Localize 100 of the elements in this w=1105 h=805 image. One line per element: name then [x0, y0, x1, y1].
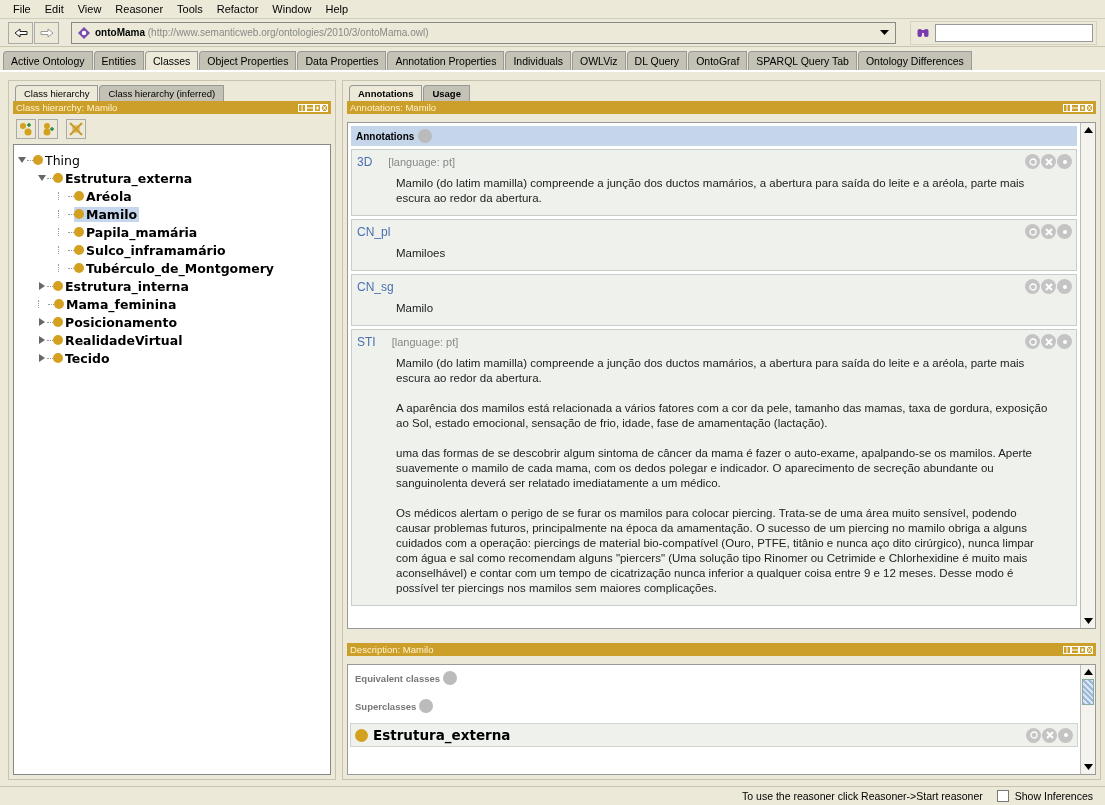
tab[interactable]: Annotations	[349, 85, 423, 101]
annotate-icon[interactable]	[1026, 727, 1041, 743]
ontology-icon	[78, 26, 90, 39]
annotation-text: Mamilo (do latim mamilla) compreende a junção dos ductos mamários, a abertura para saída do leite e a aréola, parte mais escura ao redor da abertura.	[396, 356, 1026, 386]
class-node[interactable]: Mamilo	[74, 206, 140, 222]
class-node[interactable]: Mama_feminina	[54, 296, 179, 312]
view-controls-icon[interactable]	[1063, 103, 1093, 112]
status-message: To use the reasoner click Reasoner->Start reasoner	[742, 790, 983, 802]
tree-toggle-icon[interactable]	[18, 156, 26, 164]
delete-class-button[interactable]	[66, 119, 86, 139]
close-icon[interactable]	[1041, 154, 1056, 169]
tree-toggle-icon[interactable]	[38, 282, 46, 290]
property-name: 3D	[357, 154, 373, 169]
menu-item[interactable]: Reasoner	[115, 3, 164, 15]
edit-icon[interactable]	[1057, 224, 1072, 239]
annotation-text: Mamilo	[396, 301, 435, 316]
tab[interactable]: Entities	[93, 51, 144, 70]
annotate-icon[interactable]	[1025, 224, 1040, 239]
tab[interactable]: SPARQL Query Tab	[748, 51, 857, 70]
class-node[interactable]: Papila_mamária	[74, 224, 200, 240]
annotate-icon[interactable]	[1025, 154, 1040, 169]
tab[interactable]: Class hierarchy	[15, 85, 99, 101]
tree-toggle-icon[interactable]	[38, 318, 46, 326]
add-subclass-button[interactable]	[16, 119, 36, 139]
ontology-selector[interactable]: ontoMama (http://www.semanticweb.org/ontologies/2010/3/ontoMama.owl)	[71, 21, 896, 44]
tab[interactable]: Annotation Properties	[387, 51, 505, 70]
annotate-icon[interactable]	[1025, 279, 1040, 294]
scroll-up-icon[interactable]	[1083, 669, 1093, 675]
menu-item[interactable]: Tools	[177, 3, 203, 15]
tab[interactable]: Individuals	[505, 51, 572, 70]
edit-icon[interactable]	[1058, 727, 1073, 743]
back-arrow-icon	[13, 27, 28, 38]
annotation-text: A aparência dos mamilos está relacionada a vários fatores com a cor da pele, tamanho das mamas, taxa de gordura, exposição ao Sol, estado emocional, sensação de frio, idade, fase de amamentação (lactação).	[396, 401, 1049, 431]
tab[interactable]: OntoGraf	[688, 51, 748, 70]
view-controls-icon[interactable]	[298, 103, 328, 112]
tab[interactable]: Object Properties	[199, 51, 297, 70]
tab[interactable]: DL Query	[626, 51, 688, 70]
menu-item[interactable]: Edit	[44, 3, 64, 15]
annotation-text: Os médicos alertam o perigo de se furar os mamilos para colocar piercing. Trata-se de uma área muito sensível, podendo causar problemas futuros, principalmente na época da amamentação. O sucesso de um piercing no mamilo obriga a alguns cuidados com a operação: piercings de material bio-compatível (Ouro, PTFE, titânio e nunca aço dito cirúrgico), nunca limpar com água e sal como recomendam alguns "piercers" (Uma solução tipo Rinomer ou Cetrimide e Chlorhexidine é muito mais aconselhável) e contar com um tempo de cicatrização nunca inferior a qualquer coisa entre 9 e 12 meses. Desse modo é possível ter piercings nos mamilos sem maiores complicações.	[396, 506, 1035, 596]
tab[interactable]: Class hierarchy (inferred)	[99, 85, 225, 101]
property-name: CN_sg	[357, 279, 394, 294]
annotate-icon[interactable]	[1025, 334, 1040, 349]
menu-item[interactable]: View	[77, 3, 102, 15]
scroll-thumb[interactable]	[1082, 679, 1094, 705]
add-subclass-icon	[19, 122, 33, 136]
menu-item[interactable]: Help	[325, 3, 349, 15]
class-node[interactable]: Thing	[33, 152, 82, 168]
tab[interactable]: Usage	[423, 85, 470, 101]
tree-toggle-icon[interactable]	[38, 174, 46, 182]
section-title: Annotations	[356, 130, 415, 142]
search-box[interactable]	[910, 20, 1097, 45]
delete-class-icon	[69, 122, 83, 136]
tab[interactable]: Active Ontology	[3, 51, 93, 70]
edit-icon[interactable]	[1057, 279, 1072, 294]
class-node[interactable]: Aréola	[74, 188, 134, 204]
property-name: CN_pl	[357, 224, 391, 239]
close-icon[interactable]	[1041, 334, 1056, 349]
view-controls-icon[interactable]	[1063, 645, 1093, 654]
class-node[interactable]: Tecido	[53, 350, 112, 366]
tab[interactable]: Classes	[145, 51, 199, 70]
close-icon[interactable]	[1041, 224, 1056, 239]
language-tag: [language: pt]	[388, 155, 455, 168]
tree-toggle-icon[interactable]	[38, 354, 46, 362]
class-name: Estrutura_externa	[373, 727, 511, 743]
tab[interactable]: Ontology Differences	[857, 51, 972, 70]
language-tag: [language: pt]	[391, 335, 459, 348]
scroll-down-icon[interactable]	[1083, 764, 1093, 770]
class-node[interactable]: Estrutura_externa	[53, 170, 195, 186]
scroll-up-icon[interactable]	[1083, 127, 1093, 133]
class-node[interactable]: Estrutura_interna	[53, 278, 191, 294]
section-title: Equivalent classes	[355, 672, 441, 684]
tab[interactable]: Data Properties	[297, 51, 387, 70]
close-icon[interactable]	[1042, 727, 1057, 743]
forward-arrow-icon	[39, 27, 54, 38]
dropdown-caret-icon	[880, 30, 889, 35]
superclass-row[interactable]: Estrutura_externa	[350, 723, 1078, 747]
class-node[interactable]: Tubérculo_de_Montgomery	[74, 260, 276, 276]
menu-item[interactable]: File	[13, 3, 31, 15]
menu-item[interactable]: Window	[272, 3, 312, 15]
class-node[interactable]: RealidadeVirtual	[53, 332, 185, 348]
annotation-text: Mamiloes	[396, 246, 447, 261]
class-node[interactable]: Sulco_inframamário	[74, 242, 228, 258]
add-icon[interactable]	[443, 671, 458, 685]
class-node[interactable]: Posicionamento	[53, 314, 180, 330]
tab[interactable]: OWLViz	[572, 51, 626, 70]
back-button[interactable]	[8, 21, 33, 44]
scroll-down-icon[interactable]	[1083, 618, 1093, 624]
tree-toggle-icon[interactable]	[38, 336, 46, 344]
class-icon	[355, 728, 368, 742]
close-icon[interactable]	[1041, 279, 1056, 294]
edit-icon[interactable]	[1057, 154, 1072, 169]
edit-icon[interactable]	[1057, 334, 1072, 349]
checkbox[interactable]	[996, 790, 1009, 802]
add-icon[interactable]	[418, 129, 433, 143]
add-sibling-icon	[41, 122, 55, 136]
annotation-text: uma das formas de se descobrir algum sintoma de câncer da mama é fazer o auto-exame, apalpando-se os mamilos. Aperte suavemente o mamilo de cada mama, com os dedos polegar e indicador. O aparecimento de secreção abundante ou sanguinolenta deverá ser relatado imediatamente a um médico.	[396, 446, 1033, 491]
add-sibling-button[interactable]	[38, 119, 58, 139]
menu-item[interactable]: Refactor	[216, 3, 259, 15]
add-icon[interactable]	[419, 699, 434, 713]
checkbox-label: Show Inferences	[1014, 790, 1093, 802]
